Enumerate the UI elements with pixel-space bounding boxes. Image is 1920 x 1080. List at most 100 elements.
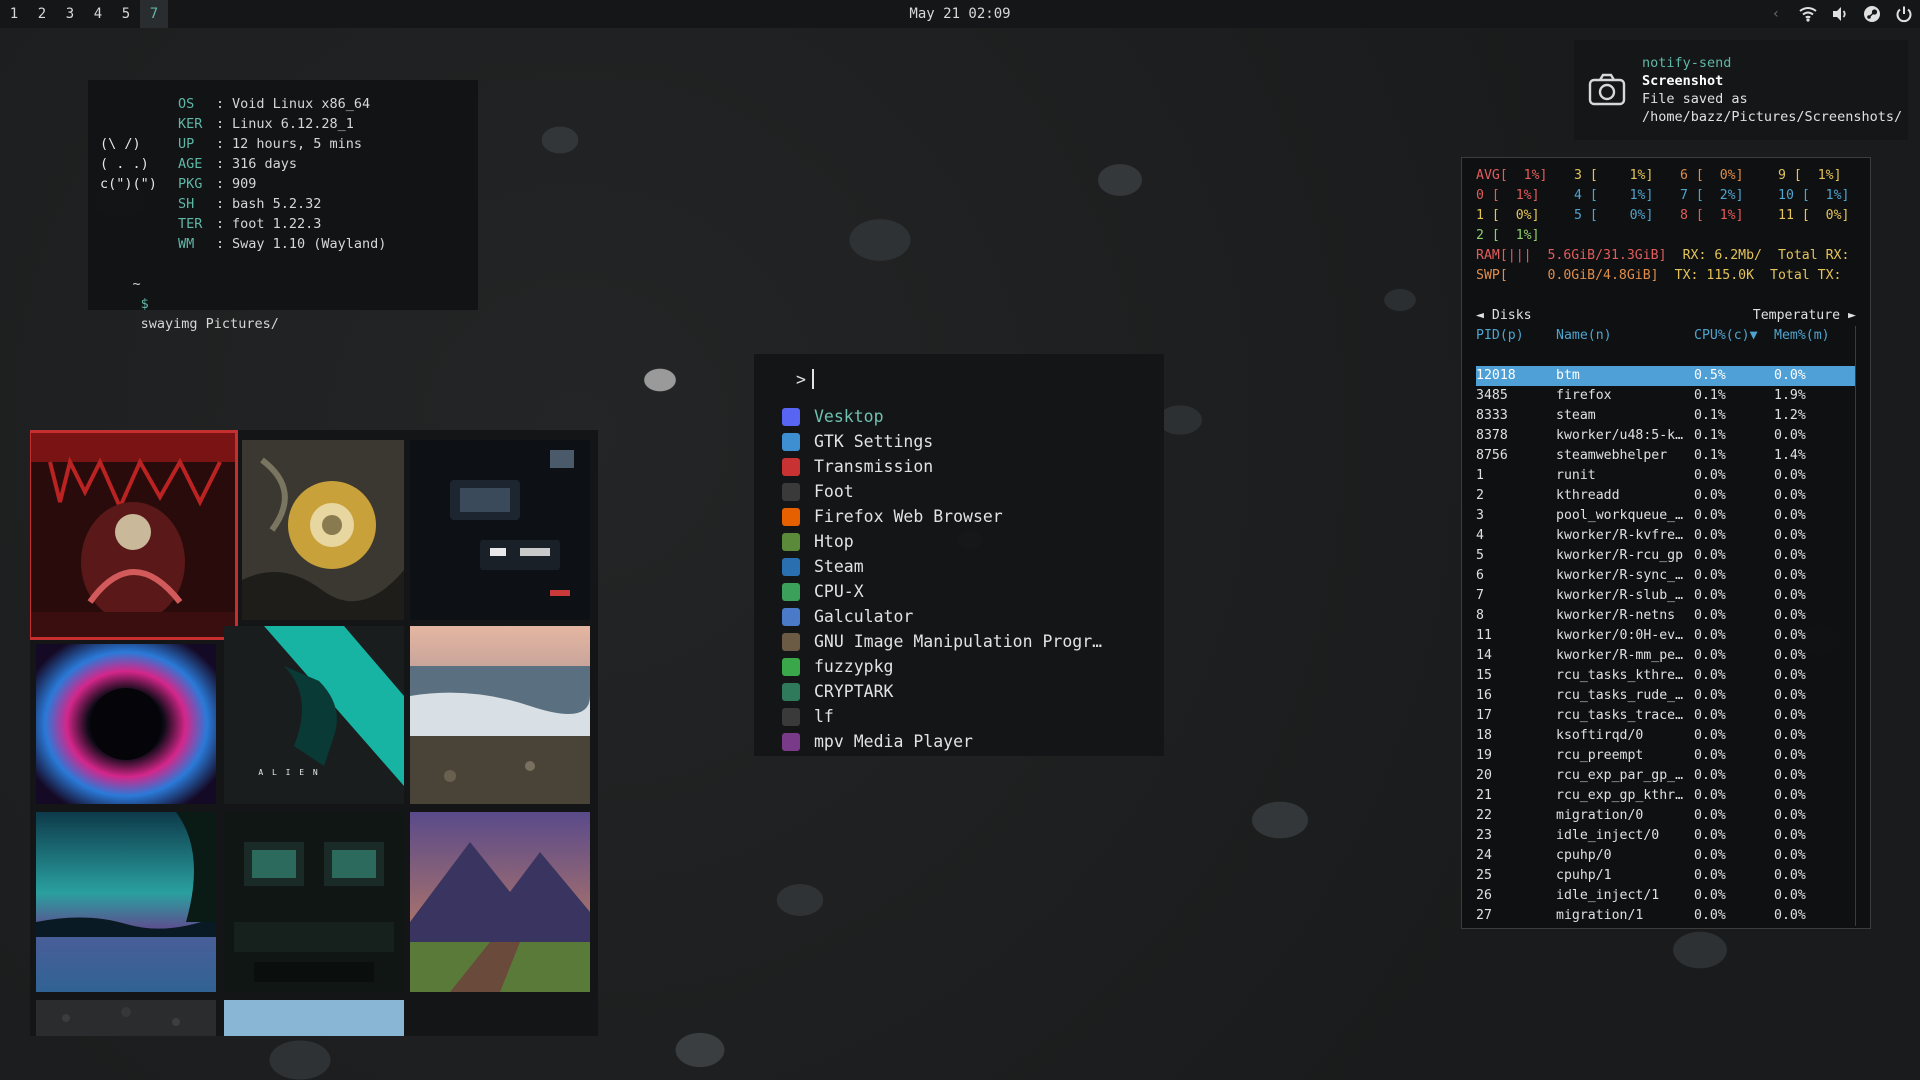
volume-icon[interactable] — [1830, 4, 1850, 24]
notification-body-line1: File saved as — [1642, 91, 1748, 107]
col-name-header[interactable]: Name(n) — [1556, 326, 1694, 346]
launcher-item[interactable]: Htop — [782, 529, 1136, 554]
process-cpu: 0.0% — [1694, 688, 1726, 703]
workspace-button[interactable]: 3 — [56, 0, 84, 28]
table-row[interactable]: 8333 steam 0.1% 1.2% — [1476, 406, 1855, 426]
process-monitor[interactable]: AVG[ 1%] 3 [ 1%] 6 [ 0%] 9 [ 1%] 0 [ 1%] 4 [ … — [1461, 157, 1871, 929]
cpu-core-label: AVG[ — [1476, 168, 1508, 183]
ascii-art-line — [100, 234, 178, 254]
table-row[interactable]: 19 rcu_preempt 0.0% 0.0% — [1476, 746, 1855, 766]
col-pid-header[interactable]: PID(p) — [1476, 326, 1556, 346]
table-row[interactable]: 18 ksoftirqd/0 0.0% 0.0% — [1476, 726, 1855, 746]
thumb-red-warrior[interactable] — [30, 430, 238, 640]
chevron-left-icon[interactable]: ‹ — [1766, 4, 1786, 24]
table-row[interactable]: 6 kworker/R-sync_… 0.0% 0.0% — [1476, 566, 1855, 586]
launcher-item[interactable]: lf — [782, 704, 1136, 729]
wifi-icon[interactable] — [1798, 4, 1818, 24]
thumb-computer-room[interactable] — [224, 812, 404, 992]
disks-tab[interactable]: ◄ Disks — [1476, 306, 1532, 326]
thumb-sky[interactable] — [224, 1000, 404, 1036]
table-row[interactable]: 22 migration/0 0.0% 0.0% — [1476, 806, 1855, 826]
ascii-art-line: c(")(") — [100, 176, 157, 192]
table-row[interactable]: 15 rcu_tasks_kthre… 0.0% 0.0% — [1476, 666, 1855, 686]
cpu-core-value: 1%] — [1801, 168, 1842, 183]
table-row[interactable]: 17 rcu_tasks_trace… 0.0% 0.0% — [1476, 706, 1855, 726]
table-row[interactable]: 5 kworker/R-rcu_gp 0.0% 0.0% — [1476, 546, 1855, 566]
table-row[interactable]: 20 rcu_exp_par_gp_… 0.0% 0.0% — [1476, 766, 1855, 786]
table-row[interactable]: 26 idle_inject/1 0.0% 0.0% — [1476, 886, 1855, 906]
cpu-core-label: 1 [ — [1476, 208, 1500, 223]
launcher-item[interactable]: Firefox Web Browser — [782, 504, 1136, 529]
table-row[interactable]: 8756 steamwebhelper 0.1% 1.4% — [1476, 446, 1855, 466]
notification-popup[interactable]: notify-send Screenshot File saved as /ho… — [1574, 40, 1908, 140]
process-table[interactable]: PID(p) Name(n) CPU%(c)▼ Mem%(m) 12018 btm… — [1476, 326, 1856, 926]
table-row[interactable]: 16 rcu_tasks_rude_… 0.0% 0.0% — [1476, 686, 1855, 706]
launcher-item[interactable]: Transmission — [782, 454, 1136, 479]
table-row[interactable]: 21 rcu_exp_gp_kthr… 0.0% 0.0% — [1476, 786, 1855, 806]
fetch-key: SH — [178, 196, 195, 212]
thumb-golden-flower[interactable] — [242, 440, 404, 620]
cpu-core-label: 2 [ — [1476, 228, 1500, 243]
thumb-neon-portal[interactable] — [36, 644, 216, 804]
fetch-separator: : — [216, 136, 225, 152]
launcher-item[interactable]: Vesktop — [782, 404, 1136, 429]
table-row[interactable]: 23 idle_inject/0 0.0% 0.0% — [1476, 826, 1855, 846]
image-viewer-gallery[interactable]: A L I E N — [30, 430, 598, 1036]
table-row[interactable]: 14 kworker/R-mm_pe… 0.0% 0.0% — [1476, 646, 1855, 666]
col-cpu-header[interactable]: CPU%(c)▼ — [1694, 326, 1774, 346]
thumb-cockpit-screens[interactable] — [410, 440, 590, 620]
col-mem-header[interactable]: Mem%(m) — [1774, 326, 1844, 346]
table-row[interactable]: 4 kworker/R-kvfre… 0.0% 0.0% — [1476, 526, 1855, 546]
table-row[interactable]: 24 cpuhp/0 0.0% 0.0% — [1476, 846, 1855, 866]
launcher-search[interactable]: > — [796, 366, 1136, 392]
table-row[interactable]: 3 pool_workqueue_… 0.0% 0.0% — [1476, 506, 1855, 526]
app-launcher[interactable]: > Vesktop GTK Settings Transmission Foot Fir… — [754, 354, 1164, 756]
fetch-terminal[interactable]: OS: Void Linux x86_64 KER: Linux 6.12.28_1 (… — [88, 80, 478, 332]
thumb-mountain-dock[interactable] — [410, 812, 590, 992]
power-icon[interactable] — [1894, 4, 1914, 24]
clock: May 21 02:09 — [909, 6, 1011, 22]
thumb-gravel[interactable] — [36, 1000, 216, 1036]
table-row[interactable]: 12018 btm 0.5% 0.0% — [1476, 366, 1855, 386]
mpv-icon — [782, 732, 800, 751]
table-row[interactable]: 8378 kworker/u48:5-k… 0.1% 0.0% — [1476, 426, 1855, 446]
thumb-aurora-lake[interactable] — [36, 812, 216, 992]
table-row[interactable]: 1 runit 0.0% 0.0% — [1476, 466, 1855, 486]
launcher-item[interactable]: GTK Settings — [782, 429, 1136, 454]
launcher-item[interactable]: CRYPTARK — [782, 679, 1136, 704]
process-pid: 8 — [1476, 608, 1484, 623]
table-row[interactable]: 2 kthreadd 0.0% 0.0% — [1476, 486, 1855, 506]
workspace-button[interactable]: 7 — [140, 0, 168, 28]
launcher-item[interactable]: CPU-X — [782, 579, 1136, 604]
launcher-item[interactable]: Steam — [782, 554, 1136, 579]
table-row[interactable]: 11 kworker/0:0H-ev… 0.0% 0.0% — [1476, 626, 1855, 646]
launcher-item-label: mpv Media Player — [814, 732, 973, 751]
table-row[interactable]: 8 kworker/R-netns 0.0% 0.0% — [1476, 606, 1855, 626]
steam-icon[interactable] — [1862, 4, 1882, 24]
table-row[interactable]: 3485 firefox 0.1% 1.9% — [1476, 386, 1855, 406]
terminal-prompt[interactable]: ~ $ swayimg Pictures/ — [100, 254, 466, 332]
table-row[interactable]: 27 migration/1 0.0% 0.0% — [1476, 906, 1855, 926]
process-cpu: 0.0% — [1694, 648, 1726, 663]
thumb-alien-poster[interactable]: A L I E N — [224, 626, 404, 804]
process-mem: 1.4% — [1774, 448, 1806, 463]
launcher-item[interactable]: GNU Image Manipulation Progr… — [782, 629, 1136, 654]
launcher-item[interactable]: mpv Media Player — [782, 729, 1136, 754]
workspace-button[interactable]: 5 — [112, 0, 140, 28]
thumb-beach-waves[interactable] — [410, 626, 590, 804]
fetch-info: OS: Void Linux x86_64 KER: Linux 6.12.28_1 (… — [100, 94, 466, 254]
workspace-button[interactable]: 2 — [28, 0, 56, 28]
workspace-button[interactable]: 4 — [84, 0, 112, 28]
workspace-button[interactable]: 1 — [0, 0, 28, 28]
process-cpu: 0.0% — [1694, 488, 1726, 503]
table-row[interactable]: 7 kworker/R-slub_… 0.0% 0.0% — [1476, 586, 1855, 606]
process-table-header: PID(p) Name(n) CPU%(c)▼ Mem%(m) — [1476, 326, 1855, 346]
process-pid: 24 — [1476, 848, 1492, 863]
system-tray: ‹ — [1766, 0, 1914, 28]
table-row[interactable]: 25 cpuhp/1 0.0% 0.0% — [1476, 866, 1855, 886]
launcher-item[interactable]: Galculator — [782, 604, 1136, 629]
launcher-item[interactable]: Foot — [782, 479, 1136, 504]
temperature-tab[interactable]: Temperature ► — [1753, 306, 1856, 326]
launcher-item[interactable]: fuzzypkg — [782, 654, 1136, 679]
process-pid: 12018 — [1476, 368, 1516, 383]
